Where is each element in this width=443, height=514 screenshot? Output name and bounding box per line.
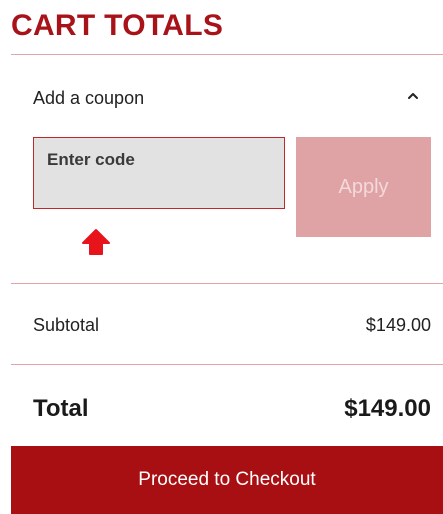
apply-coupon-button[interactable]: Apply bbox=[296, 137, 431, 237]
divider bbox=[11, 364, 443, 365]
add-coupon-label: Add a coupon bbox=[33, 88, 145, 108]
add-coupon-toggle[interactable]: Add a coupon bbox=[11, 54, 443, 140]
cart-totals-heading: CART TOTALS bbox=[11, 9, 224, 42]
proceed-to-checkout-button[interactable]: Proceed to Checkout bbox=[11, 446, 443, 514]
chevron-up-icon bbox=[408, 93, 418, 99]
subtotal-value: $149.00 bbox=[365, 315, 431, 335]
total-label: Total bbox=[33, 395, 89, 422]
total-value: $149.00 bbox=[344, 395, 431, 422]
subtotal-label: Subtotal bbox=[33, 315, 100, 335]
arrow-up-icon bbox=[82, 229, 110, 255]
divider bbox=[11, 283, 443, 284]
coupon-code-input[interactable] bbox=[33, 137, 285, 209]
